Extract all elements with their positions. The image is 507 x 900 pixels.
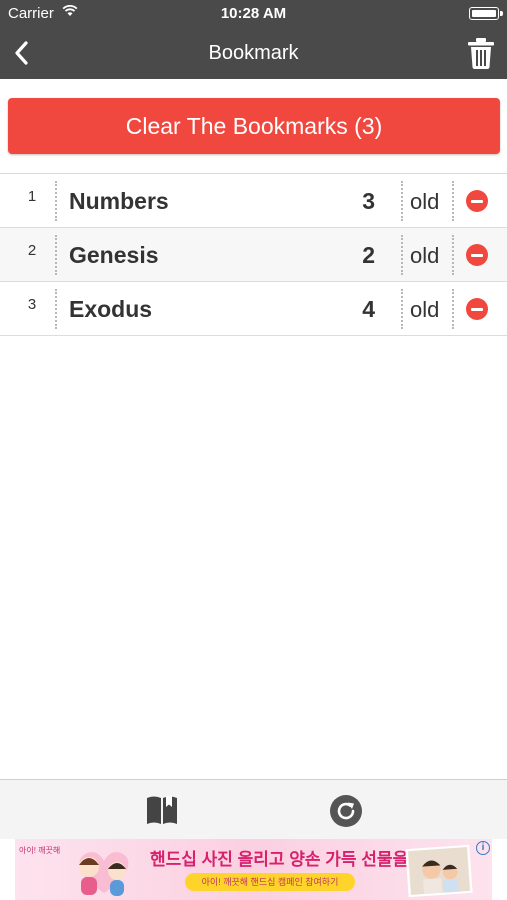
bookmark-row[interactable]: 1 Numbers 3 old	[0, 174, 507, 228]
chapter-number: 4	[362, 296, 375, 322]
row-divider	[401, 235, 403, 275]
row-index: 3	[27, 296, 37, 313]
remove-circle-icon[interactable]	[466, 298, 488, 320]
testament-label: old	[410, 243, 440, 268]
row-index: 2	[27, 242, 37, 259]
status-bar: Carrier 10:28 AM	[0, 0, 507, 28]
chapter-number: 2	[362, 242, 375, 268]
ad-banner[interactable]: 아이! 깨끗해 핸드십 사진 올리고 양손 가득 선물을! 아이! 깨끗해 핸드…	[15, 839, 492, 900]
row-divider	[401, 289, 403, 329]
book-name: Exodus	[69, 296, 153, 322]
nav-bar: Bookmark	[0, 28, 507, 79]
row-index: 1	[27, 188, 37, 205]
bottom-toolbar	[0, 779, 507, 839]
testament-label: old	[410, 297, 440, 322]
book-icon[interactable]	[145, 794, 179, 826]
ad-photo	[405, 844, 473, 898]
page-title: Bookmark	[208, 42, 299, 64]
testament-label: old	[410, 189, 440, 214]
chapter-number: 3	[362, 188, 375, 214]
clock: 10:28 AM	[220, 5, 287, 22]
remove-circle-icon[interactable]	[466, 244, 488, 266]
battery-icon	[469, 7, 503, 20]
row-divider	[55, 181, 57, 221]
bookmark-row[interactable]: 2 Genesis 2 old	[0, 228, 507, 282]
remove-circle-icon[interactable]	[466, 190, 488, 212]
info-icon[interactable]: i	[476, 841, 490, 855]
ad-brand: 아이! 깨끗해	[19, 846, 61, 855]
clear-bookmarks-button[interactable]: Clear The Bookmarks (3)	[8, 98, 500, 154]
bookmark-row[interactable]: 3 Exodus 4 old	[0, 282, 507, 336]
ad-headline: 핸드십 사진 올리고 양손 가득 선물을!	[150, 850, 414, 869]
row-divider	[55, 289, 57, 329]
row-divider	[401, 181, 403, 221]
row-divider	[452, 181, 454, 221]
bookmark-list: 1 Numbers 3 old 2 Genesis 2 old 3 Exodus…	[0, 173, 507, 336]
row-divider	[55, 235, 57, 275]
ad-illustration	[79, 852, 129, 896]
trash-icon[interactable]	[465, 36, 497, 70]
refresh-icon[interactable]	[329, 794, 363, 828]
ad-cta: 아이! 깨끗해 핸드십 캠페인 참여하기	[185, 873, 355, 891]
row-divider	[452, 235, 454, 275]
book-name: Genesis	[69, 242, 159, 268]
book-name: Numbers	[69, 188, 169, 214]
row-divider	[452, 289, 454, 329]
